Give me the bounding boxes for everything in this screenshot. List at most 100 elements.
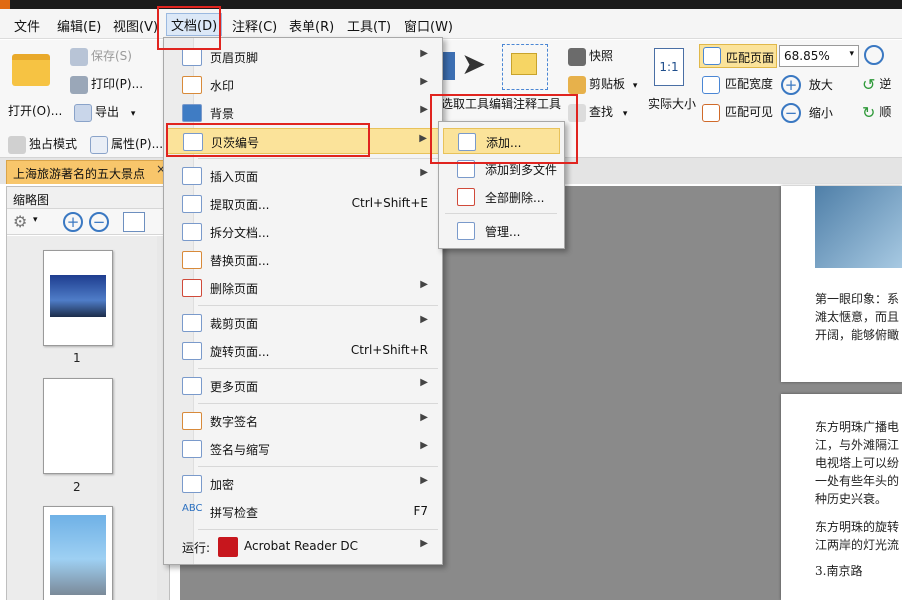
menu-item-label: 提取页面... [210,198,270,212]
rotate-page-icon [182,342,202,360]
menu-item-spell-check[interactable]: ABC 拼写检查 F7 [166,499,440,525]
menu-item-header-footer[interactable]: 页眉页脚 ▶ [166,44,440,70]
chevron-down-icon: ▾ [622,109,628,119]
menu-comment[interactable]: 注释(C) [232,16,277,35]
zoom-in-thumb-icon[interactable]: + [63,212,83,232]
delete-page-icon [182,279,202,297]
menu-item-label: 替换页面... [210,254,270,268]
extract-page-icon [182,195,202,213]
chevron-down-icon: ▾ [632,81,638,91]
menu-edit[interactable]: 编辑(E) [57,16,101,35]
menu-item-bates-numbering[interactable]: 贝茨编号 ▶ [166,128,440,154]
clipboard-icon [568,75,586,94]
thumbnail-page-2[interactable] [43,378,113,474]
exclusive-mode-button[interactable]: 独占模式 [8,135,77,154]
exclusive-mode-label: 独占模式 [29,137,78,151]
rotate-cw-label: 顺 [879,105,892,119]
gear-icon[interactable]: ⚙ [13,212,27,231]
menu-tools[interactable]: 工具(T) [347,16,391,35]
menu-item-sign-initials[interactable]: 签名与缩写 ▶ [166,436,440,462]
menu-item-extract-pages[interactable]: 提取页面... Ctrl+Shift+E [166,191,440,217]
document-page-1: 第一眼印象：系 滩太惬意，而且 开阔，能够俯瞰 [781,186,902,382]
fit-visible-icon [702,103,720,122]
thumbnail-label-2: 2 [73,480,81,494]
find-button[interactable]: 查找 ▾ [568,103,627,122]
fit-visible-button[interactable]: 匹配可见 [702,103,773,122]
actual-size-button[interactable]: 1:1 实际大小 [648,46,696,116]
replace-page-icon [182,251,202,269]
menu-item-more-pages[interactable]: 更多页面 ▶ [166,373,440,399]
page-text-line: 一处有些年头的 [815,474,900,488]
menu-item-crop-pages[interactable]: 裁剪页面 ▶ [166,310,440,336]
edit-annotation-tool-button[interactable]: 编辑注释工具 [489,95,561,112]
insert-page-icon [182,167,202,185]
properties-button[interactable]: 属性(P)... [90,135,163,154]
submenu-item-label: 添加... [486,136,522,150]
select-tool-button[interactable]: 选取工具 [441,95,489,112]
menu-item-label: 拼写检查 [210,506,259,520]
thumbnail-page-3[interactable] [43,506,113,600]
add-bates-icon [458,133,476,151]
menu-document[interactable]: 文档(D) [166,13,223,36]
menu-view[interactable]: 视图(V) [113,16,158,35]
submenu-item-add-multiple[interactable]: 添加到多文件 [443,156,560,182]
zoom-in-search-icon[interactable] [864,45,884,68]
rotate-page-icon[interactable] [123,212,145,232]
snapshot-button[interactable]: 快照 [568,47,613,66]
rotate-ccw-icon: ↺ [862,75,876,94]
zoom-select[interactable]: 68.85% ▾ [779,45,859,67]
page-text-line: 3.南京路 [815,564,863,578]
menu-item-watermark[interactable]: 水印 ▶ [166,72,440,98]
export-button[interactable]: 导出 ▾ [74,103,135,122]
menu-item-encrypt[interactable]: 加密 ▶ [166,471,440,497]
bates-number-icon [183,133,203,151]
menu-item-digital-signature[interactable]: 数字签名 ▶ [166,408,440,434]
menu-separator [445,213,557,214]
fit-width-button[interactable]: 匹配宽度 [702,75,773,94]
more-pages-icon [182,377,202,395]
fit-page-button[interactable]: 匹配页面 [699,44,777,68]
submenu-arrow-icon: ▶ [420,440,428,451]
open-button[interactable]: 打开(O)... [8,46,62,126]
menu-item-label: 插入页面 [210,170,259,184]
save-label: 保存(S) [91,49,132,63]
menu-item-run-acrobat[interactable]: 运行: Acrobat Reader DC ▶ [166,534,440,560]
save-button[interactable]: 保存(S) [70,47,132,66]
thumbnail-page-1[interactable] [43,250,113,346]
chevron-down-icon[interactable]: ▾ [33,215,38,225]
digital-signature-icon [182,412,202,430]
rotate-ccw-button[interactable]: ↺ 逆 [862,75,891,94]
app-icon [0,0,10,9]
menu-form[interactable]: 表单(R) [289,16,334,35]
page-text-line: 种历史兴衰。 [815,492,888,506]
submenu-item-manage[interactable]: 管理... [443,218,560,244]
select-tool-label: 选取工具 [441,97,490,111]
submenu-item-add[interactable]: 添加... [443,128,560,154]
menu-item-replace-pages[interactable]: 替换页面... [166,247,440,273]
menu-item-insert-pages[interactable]: 插入页面 ▶ [166,163,440,189]
menu-separator [198,368,438,369]
acrobat-icon [218,537,238,557]
menu-separator [198,403,438,404]
submenu-item-delete-all[interactable]: 全部删除... [443,184,560,210]
edit-annotation-tool-icon [502,44,548,90]
export-icon [74,103,92,122]
zoom-out-button[interactable]: − 缩小 [781,103,833,123]
menu-item-split-document[interactable]: 拆分文档... [166,219,440,245]
menu-item-background[interactable]: 背景 ▶ [166,100,440,126]
rotate-cw-icon: ↻ [862,103,876,122]
thumbnail-panel: 缩略图 ⚙ ▾ + − 1 2 [6,186,170,600]
fit-width-icon [702,75,720,94]
menu-window[interactable]: 窗口(W) [404,16,453,35]
menu-file[interactable]: 文件 [14,16,40,35]
rotate-cw-button[interactable]: ↻ 顺 [862,103,891,122]
menu-item-rotate-pages[interactable]: 旋转页面... Ctrl+Shift+R [166,338,440,364]
print-button[interactable]: 打印(P)... [70,75,143,94]
find-label: 查找 [589,105,614,119]
menu-item-delete-pages[interactable]: 删除页面 ▶ [166,275,440,301]
encrypt-icon [182,475,202,493]
zoom-in-button[interactable]: + 放大 [781,75,833,95]
zoom-out-thumb-icon[interactable]: − [89,212,109,232]
document-tab[interactable]: 上海旅游著名的五大景点 [6,160,168,184]
clipboard-button[interactable]: 剪贴板 ▾ [568,75,637,94]
